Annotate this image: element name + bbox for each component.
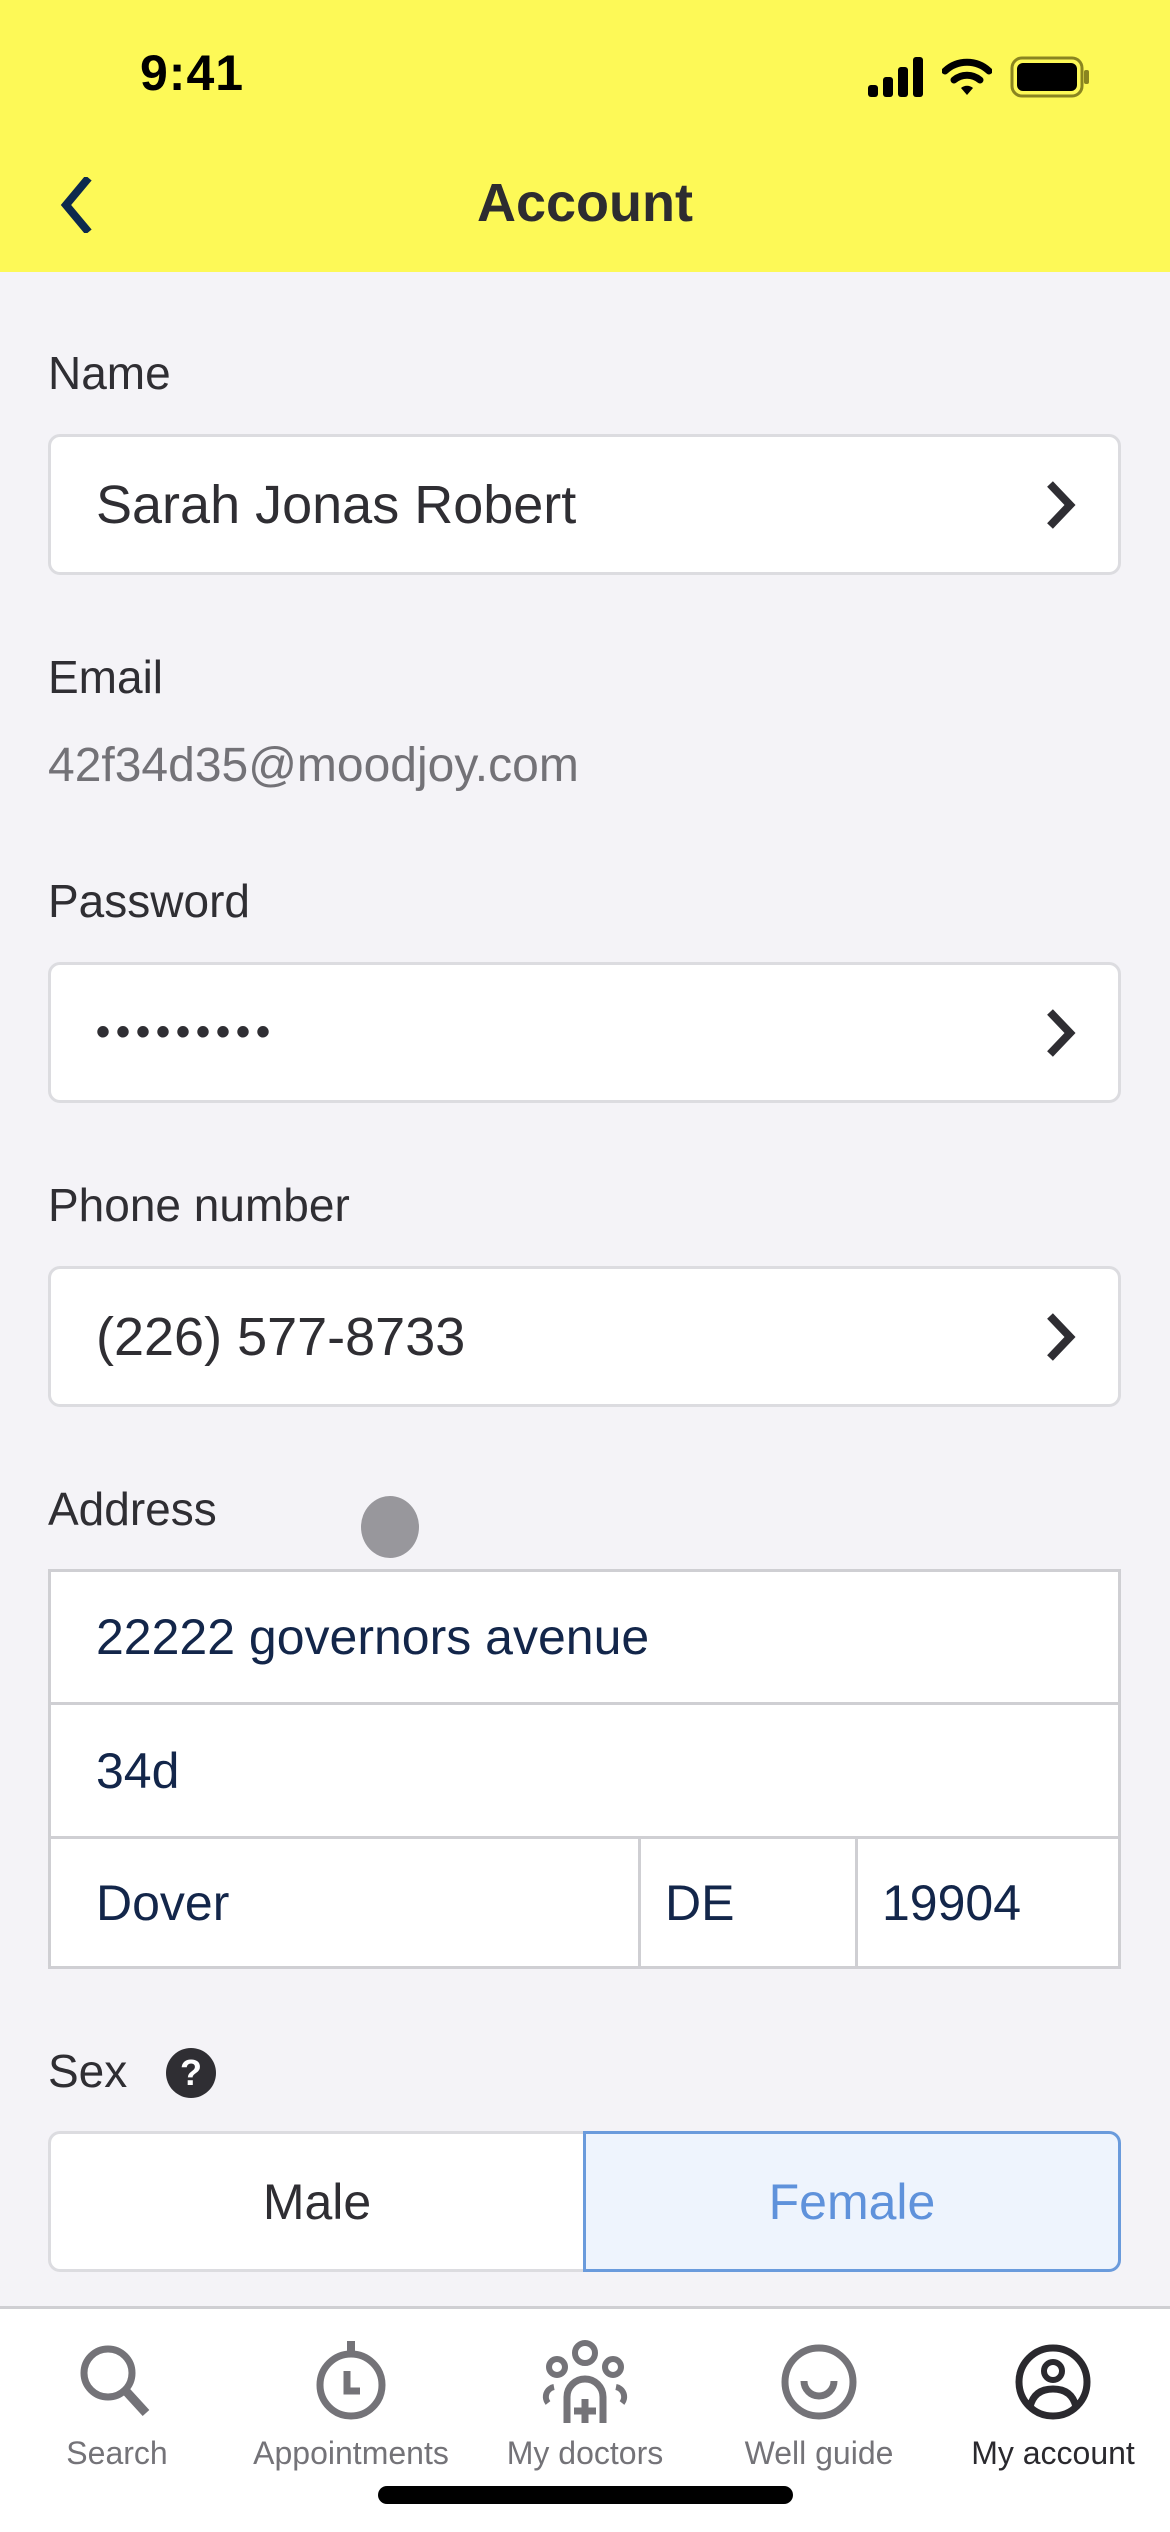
tab-my-doctors[interactable]: My doctors [468, 2339, 702, 2472]
status-icons [868, 56, 1090, 98]
zip-input[interactable]: 19904 [855, 1839, 1118, 1966]
address-group: 22222 governors avenue 34d Dover DE 1990… [48, 1569, 1121, 1969]
email-value: 42f34d35@moodjoy.com [48, 739, 579, 792]
address-line1-row: 22222 governors avenue [51, 1572, 1118, 1705]
touch-indicator [361, 1496, 419, 1558]
password-label: Password [48, 875, 250, 927]
battery-icon [1010, 56, 1089, 98]
tab-well-guide[interactable]: Well guide [702, 2339, 936, 2472]
page-title: Account [477, 173, 693, 233]
password-field[interactable]: ••••••••• [48, 962, 1121, 1103]
wifi-icon [942, 58, 992, 95]
tab-label: Well guide [744, 2435, 894, 2471]
address-line1-input[interactable]: 22222 governors avenue [51, 1572, 1118, 1702]
phone-field[interactable]: (226) 577-8733 [48, 1266, 1121, 1407]
smile-circle-icon [781, 2344, 857, 2420]
address-label: Address [48, 1483, 217, 1535]
phone-label: Phone number [48, 1179, 350, 1231]
city-input[interactable]: Dover [51, 1839, 638, 1966]
tab-my-account[interactable]: My account [936, 2339, 1170, 2472]
chevron-right-icon [1047, 1312, 1076, 1361]
question-circle-icon[interactable]: ? [166, 2048, 216, 2098]
tab-label: My account [971, 2435, 1135, 2471]
stopwatch-icon [316, 2341, 386, 2420]
name-value: Sarah Jonas Robert [96, 474, 577, 535]
state-input[interactable]: DE [638, 1839, 855, 1966]
cellular-signal-icon [868, 57, 923, 97]
sex-option-female[interactable]: Female [583, 2131, 1121, 2272]
address-line2-row: 34d [51, 1705, 1118, 1839]
name-label: Name [48, 347, 171, 399]
app-header: 9:41 Account [0, 0, 1170, 272]
tab-label: My doctors [506, 2435, 664, 2471]
search-icon [80, 2345, 150, 2417]
phone-value: (226) 577-8733 [96, 1306, 466, 1367]
tab-appointments[interactable]: Appointments [234, 2339, 468, 2472]
tab-label: Appointments [253, 2435, 449, 2471]
tab-label: Search [66, 2435, 168, 2471]
name-field[interactable]: Sarah Jonas Robert [48, 434, 1121, 575]
address-line2-input[interactable]: 34d [51, 1705, 1118, 1836]
status-time: 9:41 [140, 45, 245, 101]
chevron-right-icon [1047, 480, 1076, 529]
doctors-group-icon [542, 2340, 628, 2423]
account-circle-icon [1015, 2344, 1091, 2420]
home-indicator[interactable] [378, 2486, 793, 2504]
tab-search[interactable]: Search [0, 2339, 234, 2472]
address-city-row: Dover DE 19904 [51, 1839, 1118, 1966]
password-value: ••••••••• [96, 1010, 277, 1054]
chevron-right-icon [1047, 1008, 1076, 1057]
sex-option-male[interactable]: Male [48, 2131, 583, 2272]
sex-label: Sex [48, 2045, 128, 2097]
sex-segmented-control: Male Female [48, 2131, 1121, 2272]
email-label: Email [48, 651, 164, 703]
